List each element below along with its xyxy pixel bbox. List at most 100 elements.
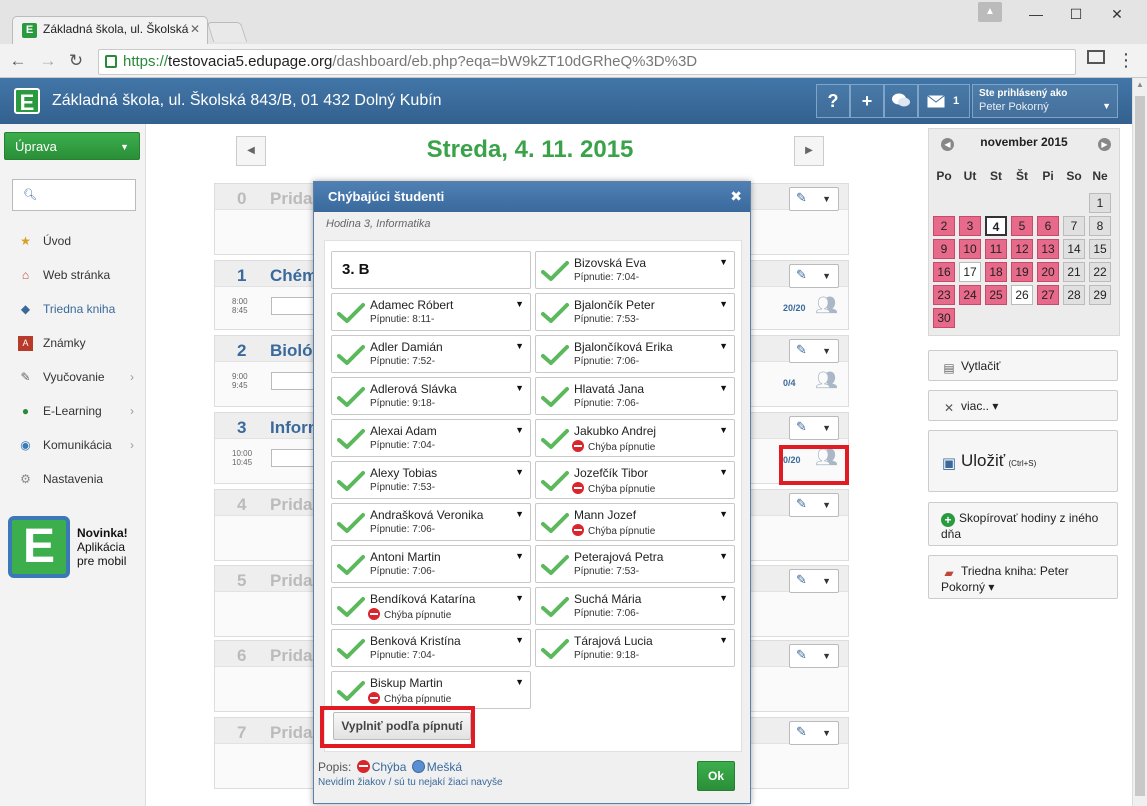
mail-button[interactable] (918, 84, 970, 118)
checkmark-icon[interactable] (541, 260, 569, 282)
calendar-day[interactable]: 28 (1063, 285, 1085, 305)
reload-icon[interactable]: ↻ (66, 51, 86, 71)
sidebar-item-komunikacia[interactable]: ◉ Komunikácia › (0, 428, 146, 462)
browser-tab[interactable]: E Základná škola, ul. Školská ✕ (12, 16, 208, 44)
lesson-subject[interactable]: Prida (270, 495, 313, 515)
checkmark-icon[interactable] (337, 554, 365, 576)
sidebar-item-elearning[interactable]: ● E-Learning › (0, 394, 146, 428)
student-card[interactable]: Alexai Adam Pípnutie: 7:04- ▼ (331, 419, 531, 457)
calendar-day[interactable]: 16 (933, 262, 955, 282)
student-card[interactable]: Suchá Mária Pípnutie: 7:06- ▼ (535, 587, 735, 625)
classbook-button[interactable]: ▰ Triedna kniha: Peter Pokorný ▾ (928, 555, 1118, 599)
caret-down-icon[interactable]: ▼ (515, 299, 524, 309)
calendar-day[interactable]: 15 (1089, 239, 1111, 259)
checkmark-icon[interactable] (541, 638, 569, 660)
calendar-day[interactable]: 12 (1011, 239, 1033, 259)
calendar-day[interactable]: 3 (959, 216, 981, 236)
calendar-day[interactable]: 17 (959, 262, 981, 282)
student-card[interactable]: Adamec Róbert Pípnutie: 8:11- ▼ (331, 293, 531, 331)
checkmark-icon[interactable] (337, 428, 365, 450)
copy-hours-button[interactable]: + Skopírovať hodiny z iného dňa (928, 502, 1118, 546)
student-card[interactable]: Biskup Martin Chýba pípnutie ▼ (331, 671, 531, 709)
tab-close-icon[interactable]: ✕ (190, 22, 200, 36)
address-bar[interactable]: https://testovacia5.edupage.org/dashboar… (98, 49, 1076, 75)
student-card[interactable]: Bjalončíková Erika Pípnutie: 7:06- ▼ (535, 335, 735, 373)
scroll-up-icon[interactable]: ▲ (1136, 80, 1144, 89)
calendar-day[interactable]: 11 (985, 239, 1007, 259)
calendar-day[interactable]: 8 (1089, 216, 1111, 236)
student-card[interactable]: Adlerová Slávka Pípnutie: 9:18- ▼ (331, 377, 531, 415)
checkmark-icon[interactable] (541, 386, 569, 408)
caret-down-icon[interactable]: ▼ (719, 467, 728, 477)
back-icon[interactable]: ← (8, 51, 28, 71)
calendar-day[interactable]: 10 (959, 239, 981, 259)
sidebar-search-input[interactable]: 🔍︎ (12, 179, 136, 211)
caret-down-icon[interactable]: ▼ (515, 509, 524, 519)
edit-lesson-button[interactable]: ✎ ▼ (789, 264, 839, 288)
caret-down-icon[interactable]: ▼ (515, 383, 524, 393)
prev-day-button[interactable]: ◀ (236, 136, 266, 166)
minimize-icon[interactable]: — (1016, 0, 1056, 28)
checkmark-icon[interactable] (541, 344, 569, 366)
browser-menu-icon[interactable]: ⋮ (1117, 51, 1135, 69)
calendar-day[interactable]: 26 (1011, 285, 1033, 305)
next-month-icon[interactable]: ▶ (1098, 138, 1111, 151)
sidebar-item-nastavenia[interactable]: ⚙ Nastavenia (0, 462, 146, 496)
sidebar-item-znamky[interactable]: A Známky (0, 326, 146, 360)
help-button[interactable]: ? (816, 84, 850, 118)
students-icon[interactable]: 👥︎ (815, 295, 838, 316)
caret-down-icon[interactable]: ▼ (719, 257, 728, 267)
caret-down-icon[interactable]: ▼ (515, 467, 524, 477)
checkmark-icon[interactable] (337, 512, 365, 534)
calendar-day[interactable]: 27 (1037, 285, 1059, 305)
caret-down-icon[interactable]: ▼ (515, 425, 524, 435)
calendar-day[interactable]: 22 (1089, 262, 1111, 282)
cast-icon[interactable] (1087, 50, 1105, 64)
calendar-day[interactable]: 19 (1011, 262, 1033, 282)
window-close-icon[interactable]: ✕ (1097, 0, 1137, 28)
caret-down-icon[interactable]: ▼ (719, 383, 728, 393)
student-card[interactable]: Benková Kristína Pípnutie: 7:04- ▼ (331, 629, 531, 667)
caret-down-icon[interactable]: ▼ (515, 635, 524, 645)
checkmark-icon[interactable] (337, 302, 365, 324)
sidebar-item-web[interactable]: ⌂ Web stránka (0, 258, 146, 292)
edit-lesson-button[interactable]: ✎ ▼ (789, 644, 839, 668)
next-day-button[interactable]: ▶ (794, 136, 824, 166)
lesson-subject[interactable]: Prida (270, 571, 313, 591)
caret-down-icon[interactable]: ▼ (719, 593, 728, 603)
caret-down-icon[interactable]: ▼ (515, 551, 524, 561)
checkmark-icon[interactable] (337, 680, 365, 702)
add-button[interactable]: + (850, 84, 884, 118)
new-tab-button[interactable] (206, 22, 248, 42)
not-visible-link[interactable]: Nevidím žiakov / sú tu nejakí žiaci navy… (318, 777, 503, 788)
student-card[interactable]: Antoni Martin Pípnutie: 7:06- ▼ (331, 545, 531, 583)
checkmark-icon[interactable] (337, 470, 365, 492)
edit-lesson-button[interactable]: ✎ ▼ (789, 416, 839, 440)
student-card[interactable]: Bizovská Eva Pípnutie: 7:04- ▼ (535, 251, 735, 289)
chat-icon[interactable] (884, 84, 918, 118)
forward-icon[interactable]: → (38, 51, 58, 71)
more-button[interactable]: ✕ viac.. ▾ (928, 390, 1118, 421)
page-scrollbar[interactable]: ▲ (1132, 78, 1147, 806)
scrollbar-thumb[interactable] (1135, 96, 1145, 796)
checkmark-icon[interactable] (541, 302, 569, 324)
edit-lesson-button[interactable]: ✎ ▼ (789, 339, 839, 363)
calendar-day[interactable]: 14 (1063, 239, 1085, 259)
sidebar-item-vyucovanie[interactable]: ✎ Vyučovanie › (0, 360, 146, 394)
student-card[interactable]: Mann Jozef Chýba pípnutie ▼ (535, 503, 735, 541)
student-card[interactable]: Bendíková Katarína Chýba pípnutie ▼ (331, 587, 531, 625)
edit-menu-button[interactable]: Úprava ▼ (4, 132, 140, 160)
edit-lesson-button[interactable]: ✎ ▼ (789, 493, 839, 517)
student-card[interactable]: Jakubko Andrej Chýba pípnutie ▼ (535, 419, 735, 457)
calendar-day[interactable]: 13 (1037, 239, 1059, 259)
caret-down-icon[interactable]: ▼ (719, 341, 728, 351)
student-card[interactable]: Jozefčík Tibor Chýba pípnutie ▼ (535, 461, 735, 499)
calendar-day[interactable]: 9 (933, 239, 955, 259)
calendar-day[interactable]: 23 (933, 285, 955, 305)
caret-down-icon[interactable]: ▼ (719, 635, 728, 645)
caret-down-icon[interactable]: ▼ (515, 341, 524, 351)
caret-down-icon[interactable]: ▼ (719, 299, 728, 309)
checkmark-icon[interactable] (337, 344, 365, 366)
checkmark-icon[interactable] (541, 512, 569, 534)
mobile-app-promo[interactable]: E Novinka! Aplikácia pre mobil (8, 516, 140, 580)
